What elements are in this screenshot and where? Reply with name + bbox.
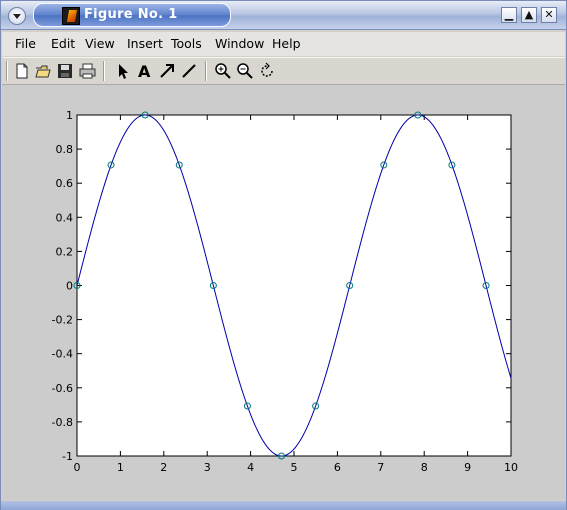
menu-view[interactable]: View bbox=[85, 36, 115, 51]
zoom-out-icon[interactable] bbox=[235, 61, 255, 81]
x-tick-label: 4 bbox=[247, 461, 254, 474]
y-tick-label: -0.2 bbox=[52, 314, 73, 327]
toolbar-separator bbox=[103, 61, 105, 81]
y-tick-label: 0.6 bbox=[56, 177, 74, 190]
x-tick-label: 0 bbox=[74, 461, 81, 474]
figure-area: 0 1 2 3 4 5 6 7 8 9 10 -1 -0.8 -0.6 -0.4 -0.2 0 0.2 0.4 0.6… bbox=[2, 85, 565, 500]
new-file-icon[interactable] bbox=[12, 61, 32, 81]
menu-help[interactable]: Help bbox=[272, 36, 301, 51]
figure-window: Figure No. 1 ▁ ▲ ✕ File Edit View Insert… bbox=[0, 0, 567, 510]
figure-toolbar: A bbox=[2, 57, 565, 85]
menu-bar: File Edit View Insert Tools Window Help bbox=[2, 32, 565, 56]
plot-axes-box bbox=[76, 114, 512, 457]
open-folder-icon[interactable] bbox=[33, 61, 53, 81]
x-tick-label: 10 bbox=[504, 461, 518, 474]
x-tick-label: 1 bbox=[117, 461, 124, 474]
maximize-button[interactable]: ▲ bbox=[521, 7, 537, 23]
sine-plot[interactable]: 0 1 2 3 4 5 6 7 8 9 10 -1 -0.8 -0.6 -0.4 -0.2 0 0.2 0.4 0.6… bbox=[2, 85, 565, 500]
arrow-insert-icon[interactable] bbox=[157, 61, 177, 81]
print-icon[interactable] bbox=[77, 61, 97, 81]
y-tick-label: 0.2 bbox=[56, 245, 74, 258]
y-tick-label: 0.8 bbox=[56, 143, 74, 156]
title-tab[interactable]: Figure No. 1 bbox=[33, 3, 231, 27]
x-tick-label: 5 bbox=[291, 461, 298, 474]
zoom-in-icon[interactable] bbox=[213, 61, 233, 81]
save-icon[interactable] bbox=[55, 61, 75, 81]
minimize-button[interactable]: ▁ bbox=[501, 7, 517, 23]
menu-file[interactable]: File bbox=[15, 36, 36, 51]
y-tick-label: 0 bbox=[66, 280, 73, 293]
y-tick-label: -0.8 bbox=[52, 416, 73, 429]
x-tick-label: 9 bbox=[464, 461, 471, 474]
matlab-app-icon bbox=[62, 7, 80, 25]
y-tick-label: -0.4 bbox=[52, 348, 73, 361]
toolbar-separator bbox=[6, 61, 8, 81]
x-tick-label: 8 bbox=[421, 461, 428, 474]
rotate-icon[interactable] bbox=[257, 61, 277, 81]
svg-text:A: A bbox=[138, 62, 151, 81]
menu-tools[interactable]: Tools bbox=[171, 36, 202, 51]
window-title: Figure No. 1 bbox=[84, 7, 178, 22]
menu-window[interactable]: Window bbox=[215, 36, 264, 51]
x-tick-label: 7 bbox=[377, 461, 384, 474]
menu-edit[interactable]: Edit bbox=[51, 36, 75, 51]
toolbar-separator bbox=[205, 61, 207, 81]
line-insert-icon[interactable] bbox=[179, 61, 199, 81]
x-tick-label: 2 bbox=[160, 461, 167, 474]
y-tick-label: 1 bbox=[66, 109, 73, 122]
x-tick-label: 6 bbox=[334, 461, 341, 474]
x-tick-label: 3 bbox=[204, 461, 211, 474]
text-insert-icon[interactable]: A bbox=[135, 61, 155, 81]
close-button[interactable]: ✕ bbox=[541, 7, 557, 23]
window-menu-button[interactable] bbox=[8, 7, 26, 25]
y-tick-label: -0.6 bbox=[52, 382, 73, 395]
select-arrow-icon[interactable] bbox=[113, 61, 133, 81]
y-tick-label: -1 bbox=[62, 450, 73, 463]
window-bottom-border bbox=[1, 501, 566, 510]
menu-insert[interactable]: Insert bbox=[127, 36, 163, 51]
y-tick-label: 0.4 bbox=[56, 211, 74, 224]
title-bar[interactable]: Figure No. 1 ▁ ▲ ✕ bbox=[1, 1, 566, 30]
